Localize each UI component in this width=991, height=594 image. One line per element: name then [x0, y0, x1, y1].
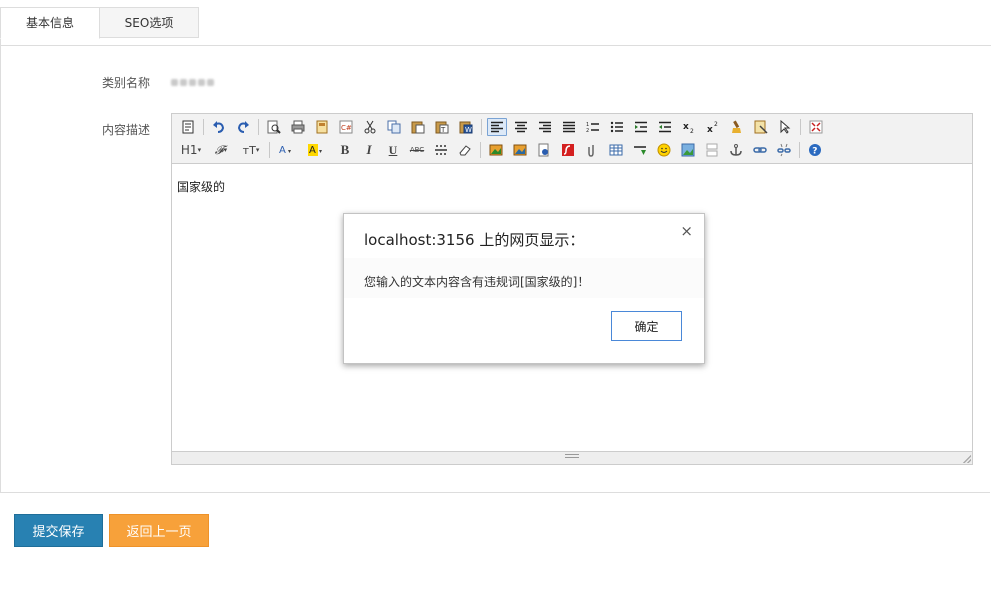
redo-icon[interactable] [233, 118, 253, 136]
back-button[interactable]: 返回上一页 [109, 514, 209, 547]
font-size-dropdown[interactable]: тT ▾ [238, 141, 264, 159]
emoticon-icon[interactable] [654, 141, 674, 159]
toolbar-row-1: C# T W 12 x2 x2 [178, 117, 830, 137]
template-icon[interactable] [312, 118, 332, 136]
dialog-ok-button[interactable]: 确定 [611, 311, 682, 341]
toolbar-separator [799, 142, 800, 158]
alert-dialog: localhost:3156 上的网页显示： × 您输入的文本内容含有违规词[国… [343, 213, 705, 364]
code-icon[interactable]: C# [336, 118, 356, 136]
toolbar-row-2: H1 ▾ 𝓕 ▾ тT ▾ A ▾ A ▾ B I U ABC ? [178, 140, 829, 160]
heading-dropdown[interactable]: H1 ▾ [178, 141, 204, 159]
bold-button[interactable]: B [335, 141, 355, 159]
subscript-icon[interactable]: x2 [679, 118, 699, 136]
underline-label: U [388, 142, 398, 157]
svg-text:2: 2 [690, 128, 694, 134]
svg-text:A: A [309, 145, 316, 156]
svg-text:?: ? [812, 147, 817, 157]
select-all-icon[interactable] [751, 118, 771, 136]
strikethrough-button[interactable]: ABC [407, 141, 427, 159]
insert-image-icon[interactable] [486, 141, 506, 159]
svg-text:C#: C# [341, 124, 352, 132]
toolbar-separator [480, 142, 481, 158]
print-icon[interactable] [288, 118, 308, 136]
editor-status-bar [172, 451, 972, 464]
svg-text:x: x [707, 125, 713, 134]
svg-text:x: x [683, 122, 689, 132]
select-icon[interactable] [775, 118, 795, 136]
font-color-icon[interactable]: A ▾ [275, 141, 301, 159]
tab-seo-options[interactable]: SEO选项 [99, 7, 199, 38]
close-icon[interactable]: × [680, 222, 693, 240]
toolbar-separator [800, 119, 801, 135]
preview-icon[interactable] [264, 118, 284, 136]
outdent-icon[interactable] [655, 118, 675, 136]
justify-icon[interactable] [559, 118, 579, 136]
undo-icon[interactable] [209, 118, 229, 136]
svg-text:T: T [440, 126, 446, 134]
insert-flash-icon[interactable] [558, 141, 578, 159]
unordered-list-icon[interactable] [607, 118, 627, 136]
highlight-color-icon[interactable]: A ▾ [305, 141, 331, 159]
tab-bar: 基本信息 SEO选项 [0, 7, 991, 46]
dialog-title: localhost:3156 上的网页显示： [364, 231, 585, 249]
svg-text:▾: ▾ [288, 148, 291, 155]
editor-content[interactable]: 国家级的 [177, 178, 225, 195]
font-size-label: тT [242, 143, 256, 157]
eraser-icon[interactable] [455, 141, 475, 159]
align-center-icon[interactable] [511, 118, 531, 136]
font-family-label: 𝓕 [214, 142, 224, 157]
heading-label: H1 [180, 143, 198, 157]
indent-icon[interactable] [631, 118, 651, 136]
bold-label: B [340, 142, 350, 157]
copy-icon[interactable] [384, 118, 404, 136]
svg-text:W: W [465, 126, 472, 134]
italic-label: I [366, 142, 372, 157]
dialog-message: 您输入的文本内容含有违规词[国家级的]！ [364, 275, 590, 289]
unlink-icon[interactable] [774, 141, 794, 159]
ordered-list-icon[interactable]: 12 [583, 118, 603, 136]
clear-format-icon[interactable] [727, 118, 747, 136]
insert-row-icon[interactable] [630, 141, 650, 159]
toolbar-separator [258, 119, 259, 135]
image-library-icon[interactable] [678, 141, 698, 159]
superscript-icon[interactable]: x2 [703, 118, 723, 136]
paste-icon[interactable] [408, 118, 428, 136]
insert-video-icon[interactable] [534, 141, 554, 159]
underline-button[interactable]: U [383, 141, 403, 159]
category-name-label: 类别名称 [102, 76, 151, 90]
source-icon[interactable] [178, 118, 198, 136]
svg-text:▾: ▾ [319, 148, 322, 155]
resize-handle-icon[interactable] [565, 454, 579, 461]
editor-toolbar: C# T W 12 x2 x2 H1 ▾ 𝓕 ▾ тT ▾ A ▾ A ▾ B … [172, 114, 972, 164]
toolbar-separator [481, 119, 482, 135]
tab-basic-info[interactable]: 基本信息 [0, 7, 100, 39]
page-break-icon[interactable] [702, 141, 722, 159]
strikethrough-label: ABC [409, 146, 425, 154]
submit-save-button[interactable]: 提交保存 [14, 514, 103, 547]
italic-button[interactable]: I [359, 141, 379, 159]
align-right-icon[interactable] [535, 118, 555, 136]
insert-multi-image-icon[interactable] [510, 141, 530, 159]
horizontal-rule-icon[interactable] [431, 141, 451, 159]
cut-icon[interactable] [360, 118, 380, 136]
resize-grip-icon[interactable] [963, 455, 971, 463]
svg-text:2: 2 [714, 121, 718, 128]
svg-text:A: A [279, 145, 286, 156]
category-name-value [171, 75, 221, 86]
font-family-dropdown[interactable]: 𝓕 ▾ [208, 141, 234, 159]
toolbar-separator [203, 119, 204, 135]
fullscreen-icon[interactable] [806, 118, 826, 136]
align-left-icon[interactable] [487, 118, 507, 136]
toolbar-separator [269, 142, 270, 158]
editor-paragraph: 国家级的 [177, 180, 226, 194]
paste-word-icon[interactable]: W [456, 118, 476, 136]
insert-table-icon[interactable] [606, 141, 626, 159]
help-icon[interactable]: ? [805, 141, 825, 159]
svg-text:2: 2 [586, 128, 589, 133]
anchor-icon[interactable] [726, 141, 746, 159]
attachment-icon[interactable] [582, 141, 602, 159]
description-label: 内容描述 [102, 123, 151, 137]
paste-text-icon[interactable]: T [432, 118, 452, 136]
link-icon[interactable] [750, 141, 770, 159]
